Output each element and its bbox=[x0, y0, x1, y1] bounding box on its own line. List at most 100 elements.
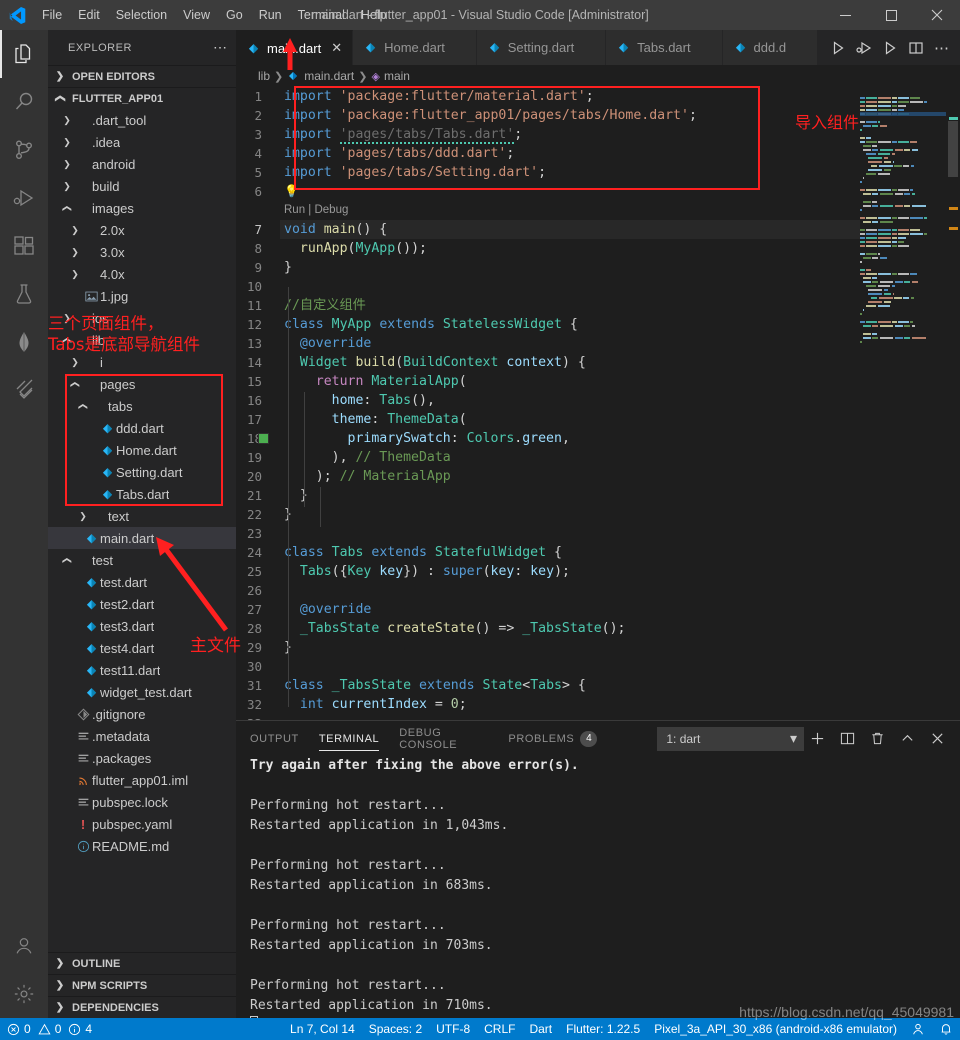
section-project[interactable]: ❮ FLUTTER_APP01 bbox=[48, 87, 236, 109]
tree-folder-.idea[interactable]: ❯ .idea bbox=[48, 131, 236, 153]
chevron-down-icon[interactable]: ❮ bbox=[62, 553, 73, 567]
panel-tab-terminal[interactable]: TERMINAL bbox=[318, 721, 380, 756]
file-tree[interactable]: ❯ .dart_tool ❯ .idea ❯ android ❯ build ❮ images ❯ 2… bbox=[48, 109, 236, 952]
status-indentation[interactable]: Spaces: 2 bbox=[362, 1018, 429, 1040]
status-flutter-version[interactable]: Flutter: 1.22.5 bbox=[559, 1018, 647, 1040]
code-line[interactable]: 27 @override bbox=[236, 600, 960, 619]
code-line[interactable]: 17 theme: ThemeData( bbox=[236, 410, 960, 429]
status-problems[interactable]: 0 0 4 bbox=[0, 1018, 99, 1040]
editor-tab-actions[interactable]: ⋯ bbox=[818, 30, 960, 65]
activity-source-control[interactable] bbox=[0, 126, 48, 174]
explorer-more-icon[interactable]: ⋯ bbox=[213, 39, 228, 56]
code-line[interactable]: 22} bbox=[236, 505, 960, 524]
tree-file-pubspec.yaml[interactable]: ! pubspec.yaml bbox=[48, 813, 236, 835]
chevron-right-icon[interactable]: ❯ bbox=[68, 269, 82, 280]
tree-file-.packages[interactable]: .packages bbox=[48, 747, 236, 769]
menu-help[interactable]: Help bbox=[353, 0, 395, 30]
split-terminal-button[interactable] bbox=[834, 726, 860, 752]
chevron-right-icon[interactable]: ❯ bbox=[60, 159, 74, 170]
split-editor-button[interactable] bbox=[904, 34, 928, 62]
status-bell-icon[interactable] bbox=[932, 1018, 960, 1040]
editor-tab-Setting.dart[interactable]: Setting.dart✕ bbox=[476, 30, 607, 65]
close-panel-button[interactable] bbox=[924, 726, 950, 752]
tree-file-widget_test.dart[interactable]: widget_test.dart bbox=[48, 681, 236, 703]
gear-icon[interactable] bbox=[0, 970, 48, 1018]
menu-file[interactable]: File bbox=[34, 0, 70, 30]
tree-file-test3.dart[interactable]: test3.dart bbox=[48, 615, 236, 637]
tree-folder-tabs[interactable]: ❮ tabs bbox=[48, 395, 236, 417]
activity-mongodb[interactable] bbox=[0, 318, 48, 366]
tree-folder-test[interactable]: ❮ test bbox=[48, 549, 236, 571]
chevron-down-icon[interactable]: ❮ bbox=[78, 399, 89, 413]
code-line[interactable]: 12 class MyApp extends StatelessWidget { bbox=[236, 315, 960, 334]
tree-file-Tabs.dart[interactable]: Tabs.dart bbox=[48, 483, 236, 505]
code-line[interactable]: 30 bbox=[236, 657, 960, 676]
code-line[interactable]: 23 bbox=[236, 524, 960, 543]
section-outline[interactable]: ❯ OUTLINE bbox=[48, 952, 236, 974]
chevron-right-icon[interactable]: ❯ bbox=[60, 137, 74, 148]
breadcrumb-lib[interactable]: lib bbox=[258, 69, 270, 83]
tree-file-.gitignore[interactable]: .gitignore bbox=[48, 703, 236, 725]
tree-file-1.jpg[interactable]: 1.jpg bbox=[48, 285, 236, 307]
section-npm-scripts[interactable]: ❯ NPM SCRIPTS bbox=[48, 974, 236, 996]
chevron-down-icon[interactable]: ❮ bbox=[70, 377, 81, 391]
menu-go[interactable]: Go bbox=[218, 0, 251, 30]
code-line[interactable]: 18 primarySwatch: Colors.green, bbox=[236, 429, 960, 448]
code-line[interactable]: 14 Widget build(BuildContext context) { bbox=[236, 353, 960, 372]
code-line[interactable]: 10 bbox=[236, 277, 960, 296]
menu-view[interactable]: View bbox=[175, 0, 218, 30]
panel-actions[interactable] bbox=[804, 726, 960, 752]
status-encoding[interactable]: UTF-8 bbox=[429, 1018, 477, 1040]
tree-folder-android[interactable]: ❯ android bbox=[48, 153, 236, 175]
chevron-right-icon[interactable]: ❯ bbox=[68, 225, 82, 236]
window-controls[interactable] bbox=[822, 0, 960, 30]
code-line[interactable]: 25 Tabs({Key key}) : super(key: key); bbox=[236, 562, 960, 581]
chevron-right-icon[interactable]: ❯ bbox=[68, 247, 82, 258]
code-line[interactable]: 13 @override bbox=[236, 334, 960, 353]
activity-flutter[interactable] bbox=[0, 366, 48, 414]
code-line[interactable]: 3 import 'pages/tabs/Tabs.dart'; bbox=[236, 125, 960, 144]
code-line[interactable]: 5 import 'pages/tabs/Setting.dart'; bbox=[236, 163, 960, 182]
quickfix-lightbulb-row[interactable]: 6 💡 bbox=[236, 182, 960, 201]
code-line[interactable]: 19 ), // ThemeData bbox=[236, 448, 960, 467]
tree-folder-images[interactable]: ❮ images bbox=[48, 197, 236, 219]
code-line[interactable]: 2 import 'package:flutter_app01/pages/tab… bbox=[236, 106, 960, 125]
panel-tab-output[interactable]: OUTPUT bbox=[250, 721, 299, 756]
code-line[interactable]: 20 ); // MaterialApp bbox=[236, 467, 960, 486]
accounts-icon[interactable] bbox=[0, 922, 48, 970]
code-line[interactable]: 31 class _TabsState extends State<Tabs> { bbox=[236, 676, 960, 695]
tree-folder-pages[interactable]: ❮ pages bbox=[48, 373, 236, 395]
code-line[interactable]: 24 class Tabs extends StatefulWidget { bbox=[236, 543, 960, 562]
new-terminal-button[interactable] bbox=[804, 726, 830, 752]
tree-folder-text[interactable]: ❯ text bbox=[48, 505, 236, 527]
editor-tab-Home.dart[interactable]: Home.dart✕ bbox=[353, 30, 477, 65]
tree-folder-i[interactable]: ❯ i bbox=[48, 351, 236, 373]
tree-file-test11.dart[interactable]: test11.dart bbox=[48, 659, 236, 681]
code-line[interactable]: 4 import 'pages/tabs/ddd.dart'; bbox=[236, 144, 960, 163]
section-dependencies[interactable]: ❯ DEPENDENCIES bbox=[48, 996, 236, 1018]
menu-selection[interactable]: Selection bbox=[108, 0, 175, 30]
breadcrumb-file[interactable]: main.dart bbox=[304, 69, 354, 83]
maximize-button[interactable] bbox=[868, 0, 914, 30]
activity-testing[interactable] bbox=[0, 270, 48, 318]
editor-tab-main.dart[interactable]: main.dart ✕ bbox=[236, 30, 354, 65]
code-line[interactable]: 8 runApp(MyApp()); bbox=[236, 239, 960, 258]
activity-search[interactable] bbox=[0, 78, 48, 126]
close-icon[interactable]: ✕ bbox=[331, 40, 342, 56]
chevron-up-icon[interactable] bbox=[894, 726, 920, 752]
tree-folder-4.0x[interactable]: ❯ 4.0x bbox=[48, 263, 236, 285]
tree-file-.metadata[interactable]: .metadata bbox=[48, 725, 236, 747]
chevron-right-icon[interactable]: ❯ bbox=[68, 357, 82, 368]
activity-explorer[interactable] bbox=[0, 30, 48, 78]
code-line[interactable]: 21 } bbox=[236, 486, 960, 505]
tree-file-pubspec.lock[interactable]: pubspec.lock bbox=[48, 791, 236, 813]
code-line[interactable]: 1 import 'package:flutter/material.dart'; bbox=[236, 87, 960, 106]
tree-file-flutter_app01.iml[interactable]: flutter_app01.iml bbox=[48, 769, 236, 791]
tree-file-test2.dart[interactable]: test2.dart bbox=[48, 593, 236, 615]
chevron-right-icon[interactable]: ❯ bbox=[60, 115, 74, 126]
status-eol[interactable]: CRLF bbox=[477, 1018, 522, 1040]
code-line[interactable]: 9} bbox=[236, 258, 960, 277]
tree-folder-build[interactable]: ❯ build bbox=[48, 175, 236, 197]
codelens-run-debug[interactable]: Run | Debug bbox=[236, 201, 960, 220]
chevron-right-icon[interactable]: ❯ bbox=[60, 181, 74, 192]
